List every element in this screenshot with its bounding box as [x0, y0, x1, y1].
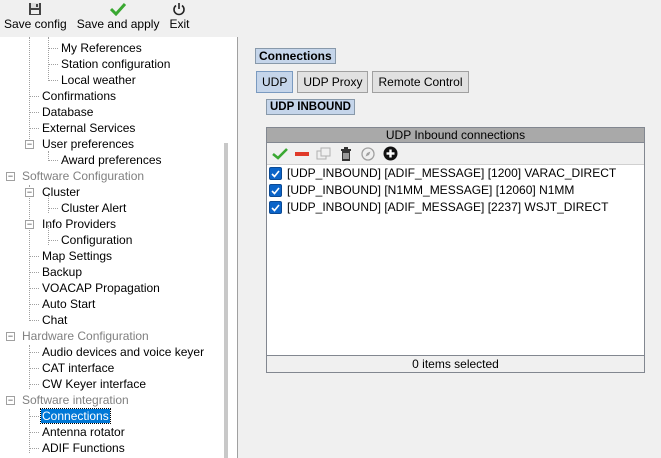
tree-item-audio-devices[interactable]: Audio devices and voice keyer — [42, 344, 204, 360]
list-item[interactable]: [UDP_INBOUND] [ADIF_MESSAGE] [1200] VARA… — [267, 165, 644, 182]
checkbox[interactable] — [269, 184, 282, 197]
tree-item-configuration[interactable]: Configuration — [61, 232, 132, 248]
tree-item-external-services[interactable]: External Services — [42, 120, 135, 136]
list-item-label: [UDP_INBOUND] [N1MM_MESSAGE] [12060] N1M… — [287, 183, 575, 197]
tree-item-info-providers[interactable]: Info Providers — [42, 216, 116, 232]
tree-group-software-configuration[interactable]: Software Configuration — [22, 168, 144, 184]
tree-item-adif-functions[interactable]: ADIF Functions — [42, 440, 125, 456]
tree-group-hardware-configuration[interactable]: Hardware Configuration — [22, 328, 149, 344]
checkbox[interactable] — [269, 201, 282, 214]
tree-item-database[interactable]: Database — [42, 104, 93, 120]
collapse-toggle-software-integration[interactable]: − — [6, 396, 15, 405]
list-item[interactable]: [UDP_INBOUND] [N1MM_MESSAGE] [12060] N1M… — [267, 182, 644, 199]
list-header: UDP Inbound connections — [267, 128, 644, 143]
tab-udp-proxy[interactable]: UDP Proxy — [297, 71, 369, 93]
tree-item-user-preferences[interactable]: User preferences — [42, 136, 134, 152]
connections-panel: Connections UDP UDP Proxy Remote Control… — [248, 37, 661, 458]
tab-udp[interactable]: UDP — [256, 71, 294, 93]
minus-icon[interactable] — [291, 145, 313, 163]
tree-item-cw-keyer-interface[interactable]: CW Keyer interface — [42, 376, 146, 392]
tree-item-cluster-alert[interactable]: Cluster Alert — [61, 200, 126, 216]
list-toolbar — [267, 143, 644, 165]
section-subtitle: UDP INBOUND — [266, 99, 355, 115]
checkbox[interactable] — [269, 167, 282, 180]
tree-item-connections[interactable]: Connections — [40, 408, 111, 424]
main-toolbar: Save config Save and apply Exit — [0, 0, 661, 36]
exit-label: Exit — [169, 17, 190, 31]
collapse-toggle-info-providers[interactable]: − — [25, 220, 34, 229]
tree-item-map-settings[interactable]: Map Settings — [42, 248, 112, 264]
tree-item-my-references[interactable]: My References — [61, 40, 142, 56]
copy-icon[interactable] — [313, 145, 335, 163]
save-and-apply-button[interactable]: Save and apply — [76, 0, 160, 36]
tree-item-local-weather[interactable]: Local weather — [61, 72, 136, 88]
udp-inbound-list: UDP Inbound connections [UDP_INBOUND] [A… — [266, 127, 645, 373]
list-item-label: [UDP_INBOUND] [ADIF_MESSAGE] [2237] WSJT… — [287, 200, 609, 214]
power-icon — [172, 1, 186, 16]
check-icon[interactable] — [269, 145, 291, 163]
save-config-button[interactable]: Save config — [4, 0, 67, 36]
page-title: Connections — [255, 48, 336, 64]
selection-status: 0 items selected — [267, 355, 644, 372]
tree-item-chat[interactable]: Chat — [42, 312, 67, 328]
tree-item-antenna-rotator[interactable]: Antenna rotator — [42, 424, 125, 440]
list-item[interactable]: [UDP_INBOUND] [ADIF_MESSAGE] [2237] WSJT… — [267, 199, 644, 216]
add-icon[interactable] — [379, 145, 401, 163]
tree-item-cluster[interactable]: Cluster — [42, 184, 80, 200]
collapse-toggle-software-configuration[interactable]: − — [6, 172, 15, 181]
tree-scrollbar[interactable] — [224, 143, 228, 458]
tree-item-award-preferences[interactable]: Award preferences — [61, 152, 162, 168]
connection-tabs: UDP UDP Proxy Remote Control — [256, 71, 473, 93]
compass-icon[interactable] — [357, 145, 379, 163]
tree-item-voacap-propagation[interactable]: VOACAP Propagation — [42, 280, 160, 296]
tree-item-station-configuration[interactable]: Station configuration — [61, 56, 170, 72]
save-and-apply-label: Save and apply — [76, 17, 160, 31]
settings-tree[interactable]: My References Station configuration Loca… — [0, 37, 238, 458]
tree-item-backup[interactable]: Backup — [42, 264, 82, 280]
tree-item-auto-start[interactable]: Auto Start — [42, 296, 95, 312]
exit-button[interactable]: Exit — [169, 0, 189, 36]
check-icon — [110, 1, 127, 16]
collapse-toggle-cluster[interactable]: − — [25, 188, 34, 197]
list-item-label: [UDP_INBOUND] [ADIF_MESSAGE] [1200] VARA… — [287, 166, 617, 180]
save-config-label: Save config — [4, 17, 67, 31]
trash-icon[interactable] — [335, 145, 357, 163]
tree-group-software-integration[interactable]: Software integration — [22, 392, 129, 408]
collapse-toggle-hardware-configuration[interactable]: − — [6, 332, 15, 341]
collapse-toggle-user-preferences[interactable]: − — [25, 140, 34, 149]
tree-item-confirmations[interactable]: Confirmations — [42, 88, 116, 104]
tree-item-cat-interface[interactable]: CAT interface — [42, 360, 114, 376]
save-icon — [28, 1, 42, 16]
tab-remote-control[interactable]: Remote Control — [372, 71, 469, 93]
list-body: [UDP_INBOUND] [ADIF_MESSAGE] [1200] VARA… — [267, 165, 644, 351]
